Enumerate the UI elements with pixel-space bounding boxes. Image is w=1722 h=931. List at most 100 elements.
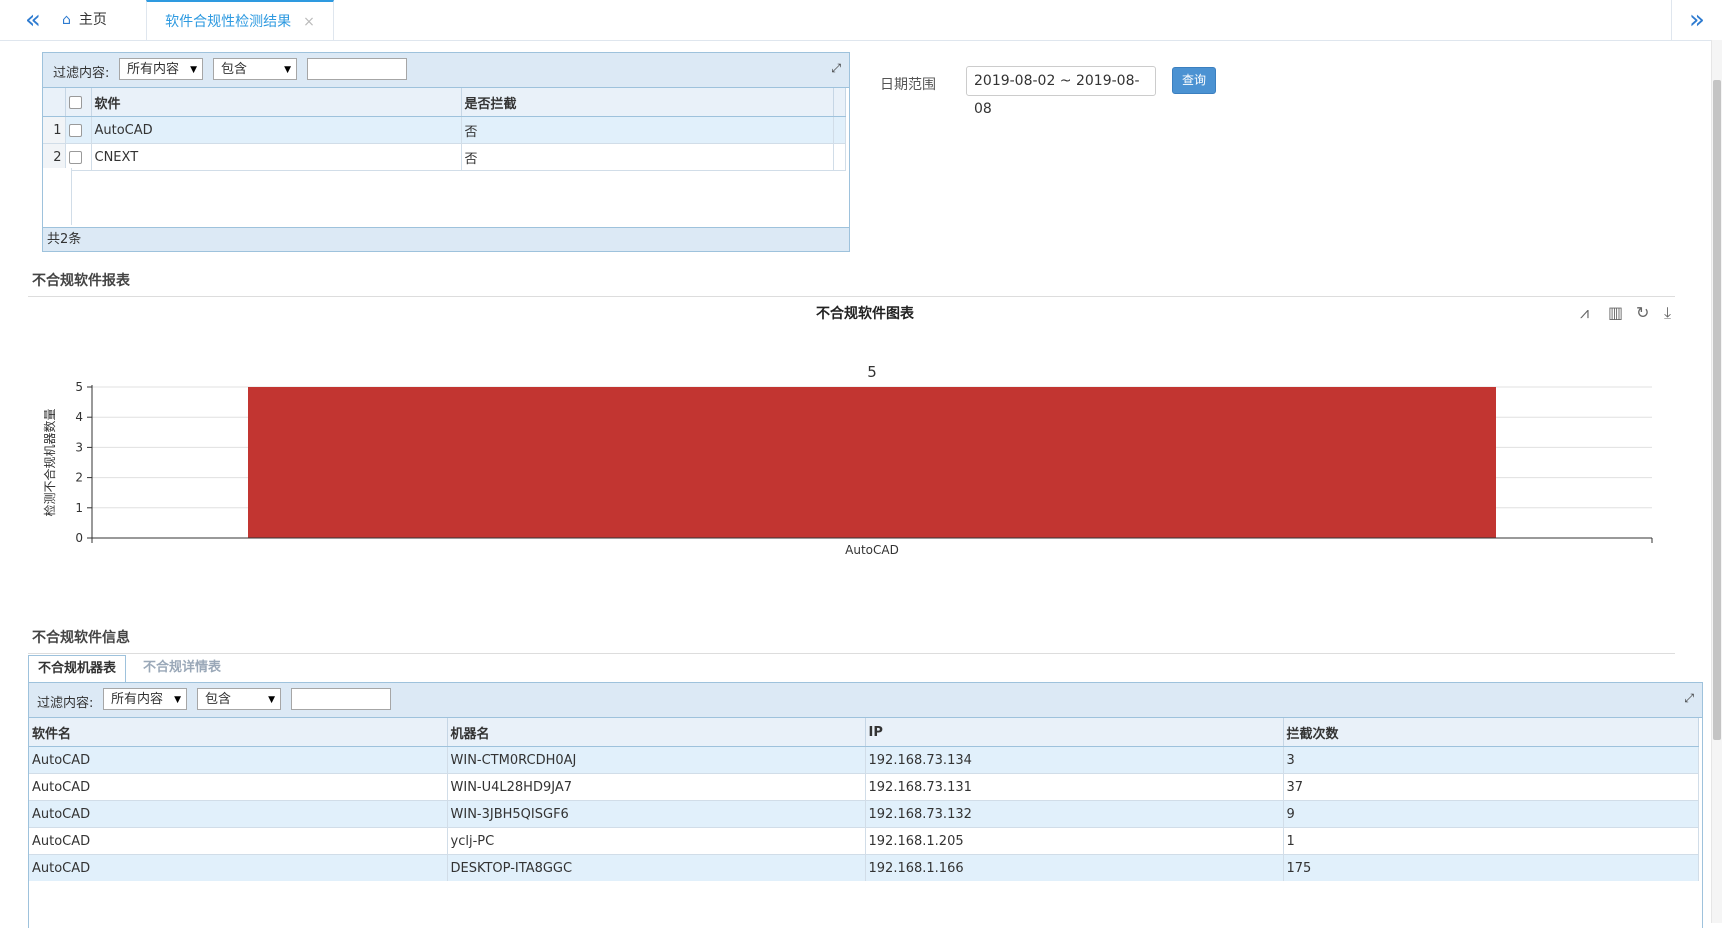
table-row[interactable]: AutoCAD WIN-CTM0RCDH0AJ 192.168.73.134 3 bbox=[29, 746, 1699, 774]
filter-field-value: 所有内容 bbox=[127, 62, 180, 77]
cell-machine-name: DESKTOP-ITA8GGC bbox=[447, 854, 866, 882]
row-filler bbox=[833, 116, 846, 144]
filter-label: 过滤内容: bbox=[37, 696, 94, 711]
column-header-ip[interactable]: IP bbox=[865, 718, 1284, 747]
cell-block-count: 37 bbox=[1283, 773, 1699, 801]
column-header-blocked[interactable]: 是否拦截 bbox=[461, 88, 834, 117]
machine-grid-toolbar: 过滤内容: 所有内容 ▼ 包含 ▼ ⤢ bbox=[29, 683, 1702, 718]
tab-compliance-result-label: 软件合规性检测结果 bbox=[165, 14, 292, 30]
machine-table: 软件名 机器名 IP 拦截次数 AutoCAD WIN-CTM0RCDH0AJ … bbox=[29, 718, 1699, 882]
filter-op-select[interactable]: 包含 ▼ bbox=[197, 688, 281, 710]
cell-ip: 192.168.1.205 bbox=[865, 827, 1284, 855]
x-tick-label: AutoCAD bbox=[845, 543, 899, 557]
row-checkbox-cell[interactable] bbox=[65, 116, 92, 144]
grid-footer: 共2条 bbox=[43, 227, 849, 251]
y-tick-label: 1 bbox=[75, 501, 83, 515]
filter-field-select[interactable]: 所有内容 ▼ bbox=[119, 58, 203, 80]
column-header-machine-name[interactable]: 机器名 bbox=[447, 718, 866, 747]
cell-software-name: AutoCAD bbox=[29, 746, 448, 774]
cell-machine-name: yclj-PC bbox=[447, 827, 866, 855]
tab-machine-table[interactable]: 不合规机器表 bbox=[28, 655, 127, 683]
section-divider bbox=[28, 296, 1675, 297]
page-scrollbar[interactable] bbox=[1711, 40, 1722, 923]
table-row[interactable]: 1 AutoCAD 否 bbox=[43, 116, 846, 144]
query-button[interactable]: 查询 bbox=[1172, 67, 1216, 94]
date-range-label: 日期范围 bbox=[880, 77, 936, 93]
cell-block-count: 175 bbox=[1283, 854, 1699, 882]
tab-home[interactable]: ⌂ 主页 bbox=[62, 0, 146, 40]
row-filler bbox=[833, 143, 846, 171]
cell-machine-name: WIN-CTM0RCDH0AJ bbox=[447, 746, 866, 774]
cell-ip: 192.168.73.134 bbox=[865, 746, 1284, 774]
bar-chart-icon[interactable]: ▥ bbox=[1608, 303, 1623, 322]
tab-detail-table[interactable]: 不合规详情表 bbox=[134, 655, 230, 681]
cell-ip: 192.168.1.166 bbox=[865, 854, 1284, 882]
dropdown-caret-icon: ▼ bbox=[268, 695, 275, 705]
cell-block-count: 9 bbox=[1283, 800, 1699, 828]
filter-op-value: 包含 bbox=[205, 692, 232, 707]
y-tick-label: 4 bbox=[75, 410, 83, 424]
info-section-title: 不合规软件信息 bbox=[32, 630, 130, 646]
tab-home-label: 主页 bbox=[78, 12, 107, 28]
grid-empty-area bbox=[29, 881, 1702, 931]
dropdown-caret-icon: ▼ bbox=[284, 65, 291, 75]
chart-title: 不合规软件图表 bbox=[816, 306, 914, 322]
select-all-checkbox[interactable] bbox=[68, 95, 82, 109]
home-icon: ⌂ bbox=[62, 12, 71, 28]
tab-compliance-result[interactable]: 软件合规性检测结果 × bbox=[146, 0, 334, 40]
row-number-column-fill bbox=[43, 168, 72, 225]
row-checkbox[interactable] bbox=[68, 150, 82, 164]
y-axis-title: 检测不合规机器数量 bbox=[42, 408, 57, 516]
y-tick-label: 5 bbox=[75, 380, 83, 394]
select-all-checkbox-cell[interactable] bbox=[65, 88, 92, 117]
filter-op-value: 包含 bbox=[221, 62, 248, 77]
line-chart-icon[interactable]: ⩘ bbox=[1580, 303, 1589, 323]
column-header-software[interactable]: 软件 bbox=[91, 88, 462, 117]
scroll-tabs-right-icon[interactable]: » bbox=[1671, 0, 1722, 40]
table-row[interactable]: AutoCAD WIN-U4L28HD9JA7 192.168.73.131 3… bbox=[29, 773, 1699, 801]
expand-icon[interactable]: ⤢ bbox=[831, 61, 841, 76]
bar-data-label: 5 bbox=[867, 363, 877, 381]
row-number: 2 bbox=[43, 143, 66, 171]
y-tick-label: 3 bbox=[75, 440, 83, 454]
table-row[interactable]: AutoCAD WIN-3JBH5QISGF6 192.168.73.132 9 bbox=[29, 800, 1699, 828]
download-icon[interactable]: ⤓ bbox=[1664, 303, 1671, 323]
expand-icon[interactable]: ⤢ bbox=[1684, 691, 1694, 706]
filter-value-input[interactable] bbox=[307, 58, 407, 80]
software-grid: 过滤内容: 所有内容 ▼ 包含 ▼ ⤢ 软件 是否拦截 1 AutoCAD 否 2 … bbox=[42, 52, 850, 252]
scroll-tabs-left-icon[interactable]: « bbox=[8, 0, 58, 40]
software-table: 软件 是否拦截 1 AutoCAD 否 2 CNEXT 否 bbox=[43, 88, 846, 171]
close-tab-icon[interactable]: × bbox=[303, 14, 315, 30]
table-row[interactable]: AutoCAD DESKTOP-ITA8GGC 192.168.1.166 17… bbox=[29, 854, 1699, 882]
cell-software-name: AutoCAD bbox=[29, 800, 448, 828]
cell-block-count: 1 bbox=[1283, 827, 1699, 855]
table-row[interactable]: 2 CNEXT 否 bbox=[43, 143, 846, 171]
header-filler bbox=[833, 88, 846, 117]
software-grid-toolbar: 过滤内容: 所有内容 ▼ 包含 ▼ ⤢ bbox=[43, 53, 849, 88]
cell-ip: 192.168.73.132 bbox=[865, 800, 1284, 828]
row-checkbox[interactable] bbox=[68, 123, 82, 137]
filter-label: 过滤内容: bbox=[53, 66, 110, 81]
row-checkbox-cell[interactable] bbox=[65, 143, 92, 171]
restore-icon[interactable]: ↻ bbox=[1636, 303, 1649, 322]
filter-value-input[interactable] bbox=[291, 688, 391, 710]
table-header-row: 软件名 机器名 IP 拦截次数 bbox=[29, 718, 1699, 747]
cell-machine-name: WIN-U4L28HD9JA7 bbox=[447, 773, 866, 801]
table-row[interactable]: AutoCAD yclj-PC 192.168.1.205 1 bbox=[29, 827, 1699, 855]
cell-blocked: 否 bbox=[461, 143, 834, 171]
cell-software-name: AutoCAD bbox=[29, 854, 448, 882]
table-header-row: 软件 是否拦截 bbox=[43, 88, 846, 117]
row-number-header bbox=[43, 88, 66, 117]
scrollbar-thumb[interactable] bbox=[1713, 80, 1721, 740]
filter-field-select[interactable]: 所有内容 ▼ bbox=[103, 688, 187, 710]
filter-op-select[interactable]: 包含 ▼ bbox=[213, 58, 297, 80]
tab-bar: « ⌂ 主页 软件合规性检测结果 × » bbox=[0, 0, 1722, 41]
report-section-title: 不合规软件报表 bbox=[32, 273, 130, 289]
row-number: 1 bbox=[43, 116, 66, 144]
cell-block-count: 3 bbox=[1283, 746, 1699, 774]
dropdown-caret-icon: ▼ bbox=[190, 65, 197, 75]
cell-ip: 192.168.73.131 bbox=[865, 773, 1284, 801]
column-header-software-name[interactable]: 软件名 bbox=[29, 718, 448, 747]
date-range-input[interactable]: 2019-08-02 ~ 2019-08-08 bbox=[966, 66, 1156, 117]
column-header-block-count[interactable]: 拦截次数 bbox=[1283, 718, 1699, 747]
